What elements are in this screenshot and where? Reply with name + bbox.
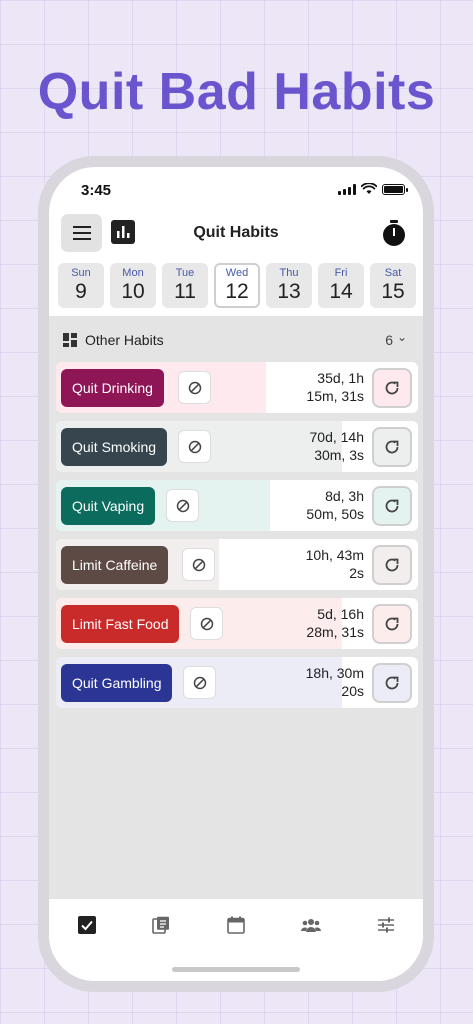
calendar-icon bbox=[227, 916, 245, 934]
reset-button[interactable] bbox=[372, 604, 412, 644]
reset-button[interactable] bbox=[372, 486, 412, 526]
skip-button[interactable] bbox=[178, 430, 211, 463]
bar-chart-icon bbox=[117, 226, 130, 238]
habit-row: Quit Vaping 8d, 3h 50m, 50s bbox=[56, 480, 418, 531]
day-number: 11 bbox=[174, 280, 196, 303]
reset-button[interactable] bbox=[372, 368, 412, 408]
day-tue[interactable]: Tue 11 bbox=[162, 263, 208, 308]
nav-journal[interactable] bbox=[149, 913, 173, 937]
group-icon bbox=[301, 919, 321, 932]
reset-button[interactable] bbox=[372, 663, 412, 703]
skip-button[interactable] bbox=[166, 489, 199, 522]
block-icon bbox=[188, 381, 201, 394]
skip-button[interactable] bbox=[178, 371, 211, 404]
habit-list-area: Other Habits 6 ⌄ Quit Drinking 35d, 1h 1… bbox=[49, 316, 423, 899]
app-title: Quit Habits bbox=[193, 224, 279, 241]
phone-screen: 3:45 Quit Habits Sun 9 Mon 10 Tue 11 Wed… bbox=[49, 167, 423, 981]
reset-button[interactable] bbox=[372, 545, 412, 585]
day-name: Sat bbox=[384, 267, 402, 279]
day-name: Tue bbox=[175, 267, 195, 279]
wifi-icon bbox=[361, 183, 377, 194]
skip-button[interactable] bbox=[190, 607, 223, 640]
habit-name[interactable]: Limit Fast Food bbox=[61, 605, 180, 643]
menu-button[interactable] bbox=[61, 214, 102, 252]
day-number: 12 bbox=[225, 280, 249, 303]
block-icon bbox=[188, 440, 201, 453]
day-name: Thu bbox=[279, 267, 299, 279]
habit-row: Quit Gambling 18h, 30m 20s bbox=[56, 657, 418, 708]
block-icon bbox=[193, 676, 206, 689]
section-count: 6 bbox=[385, 332, 393, 348]
habit-elapsed-time: 10h, 43m 2s bbox=[305, 547, 364, 581]
day-number: 13 bbox=[277, 280, 301, 303]
skip-button[interactable] bbox=[182, 548, 215, 581]
section-title: Other Habits bbox=[85, 332, 164, 348]
timer-button[interactable] bbox=[381, 219, 407, 247]
day-name: Sun bbox=[71, 267, 91, 279]
habit-name[interactable]: Quit Smoking bbox=[61, 428, 168, 466]
dashboard-icon bbox=[63, 333, 77, 347]
signal-icon bbox=[338, 183, 356, 195]
refresh-icon bbox=[385, 440, 399, 454]
refresh-icon bbox=[385, 381, 399, 395]
journal-icon bbox=[152, 916, 169, 934]
day-sat[interactable]: Sat 15 bbox=[370, 263, 416, 308]
day-number: 14 bbox=[329, 280, 353, 303]
refresh-icon bbox=[385, 558, 399, 572]
habit-name[interactable]: Quit Gambling bbox=[61, 664, 173, 702]
habit-elapsed-time: 8d, 3h 50m, 50s bbox=[306, 488, 364, 522]
day-name: Fri bbox=[334, 267, 348, 279]
habit-name[interactable]: Quit Vaping bbox=[61, 487, 156, 525]
day-wed[interactable]: Wed 12 bbox=[214, 263, 260, 308]
day-thu[interactable]: Thu 13 bbox=[266, 263, 312, 308]
day-number: 15 bbox=[381, 280, 405, 303]
week-strip: Sun 9 Mon 10 Tue 11 Wed 12 Thu 13 Fri 14 Sat 15 bbox=[58, 263, 416, 308]
status-time: 3:45 bbox=[81, 182, 112, 199]
home-indicator bbox=[172, 967, 300, 972]
nav-settings[interactable] bbox=[374, 913, 398, 937]
battery-icon bbox=[382, 183, 408, 195]
block-icon bbox=[192, 558, 205, 571]
nav-community[interactable] bbox=[299, 913, 323, 937]
habit-row: Limit Caffeine 10h, 43m 2s bbox=[56, 539, 418, 590]
habit-name[interactable]: Quit Drinking bbox=[61, 369, 164, 407]
nav-calendar[interactable] bbox=[224, 913, 248, 937]
chevron-down-icon: ⌄ bbox=[396, 330, 407, 344]
app-header: Quit Habits bbox=[49, 211, 423, 255]
sliders-icon bbox=[378, 917, 394, 933]
day-fri[interactable]: Fri 14 bbox=[318, 263, 364, 308]
habit-row: Quit Drinking 35d, 1h 15m, 31s bbox=[56, 362, 418, 413]
day-name: Wed bbox=[225, 267, 249, 279]
nav-habits[interactable] bbox=[75, 913, 99, 937]
habit-name[interactable]: Limit Caffeine bbox=[61, 546, 169, 584]
habit-elapsed-time: 18h, 30m 20s bbox=[305, 665, 364, 699]
block-icon bbox=[176, 499, 189, 512]
habit-elapsed-time: 70d, 14h 30m, 3s bbox=[309, 429, 365, 463]
status-bar: 3:45 bbox=[49, 167, 423, 211]
stats-button[interactable] bbox=[111, 220, 135, 244]
day-sun[interactable]: Sun 9 bbox=[58, 263, 104, 308]
habit-row: Limit Fast Food 5d, 16h 28m, 31s bbox=[56, 598, 418, 649]
day-name: Mon bbox=[122, 267, 144, 279]
habit-elapsed-time: 35d, 1h 15m, 31s bbox=[306, 370, 364, 404]
habit-row: Quit Smoking 70d, 14h 30m, 3s bbox=[56, 421, 418, 472]
refresh-icon bbox=[385, 617, 399, 631]
checkbox-icon bbox=[78, 916, 96, 934]
reset-button[interactable] bbox=[372, 427, 412, 467]
habit-elapsed-time: 5d, 16h 28m, 31s bbox=[306, 606, 364, 640]
block-icon bbox=[200, 617, 213, 630]
skip-button[interactable] bbox=[183, 666, 216, 699]
day-number: 9 bbox=[75, 280, 87, 303]
refresh-icon bbox=[385, 676, 399, 690]
hamburger-icon bbox=[72, 226, 91, 240]
day-number: 10 bbox=[121, 280, 145, 303]
refresh-icon bbox=[385, 499, 399, 513]
status-icons bbox=[338, 183, 408, 195]
headline: Quit Bad Habits bbox=[37, 63, 436, 121]
day-mon[interactable]: Mon 10 bbox=[110, 263, 156, 308]
stopwatch-icon bbox=[383, 220, 405, 246]
